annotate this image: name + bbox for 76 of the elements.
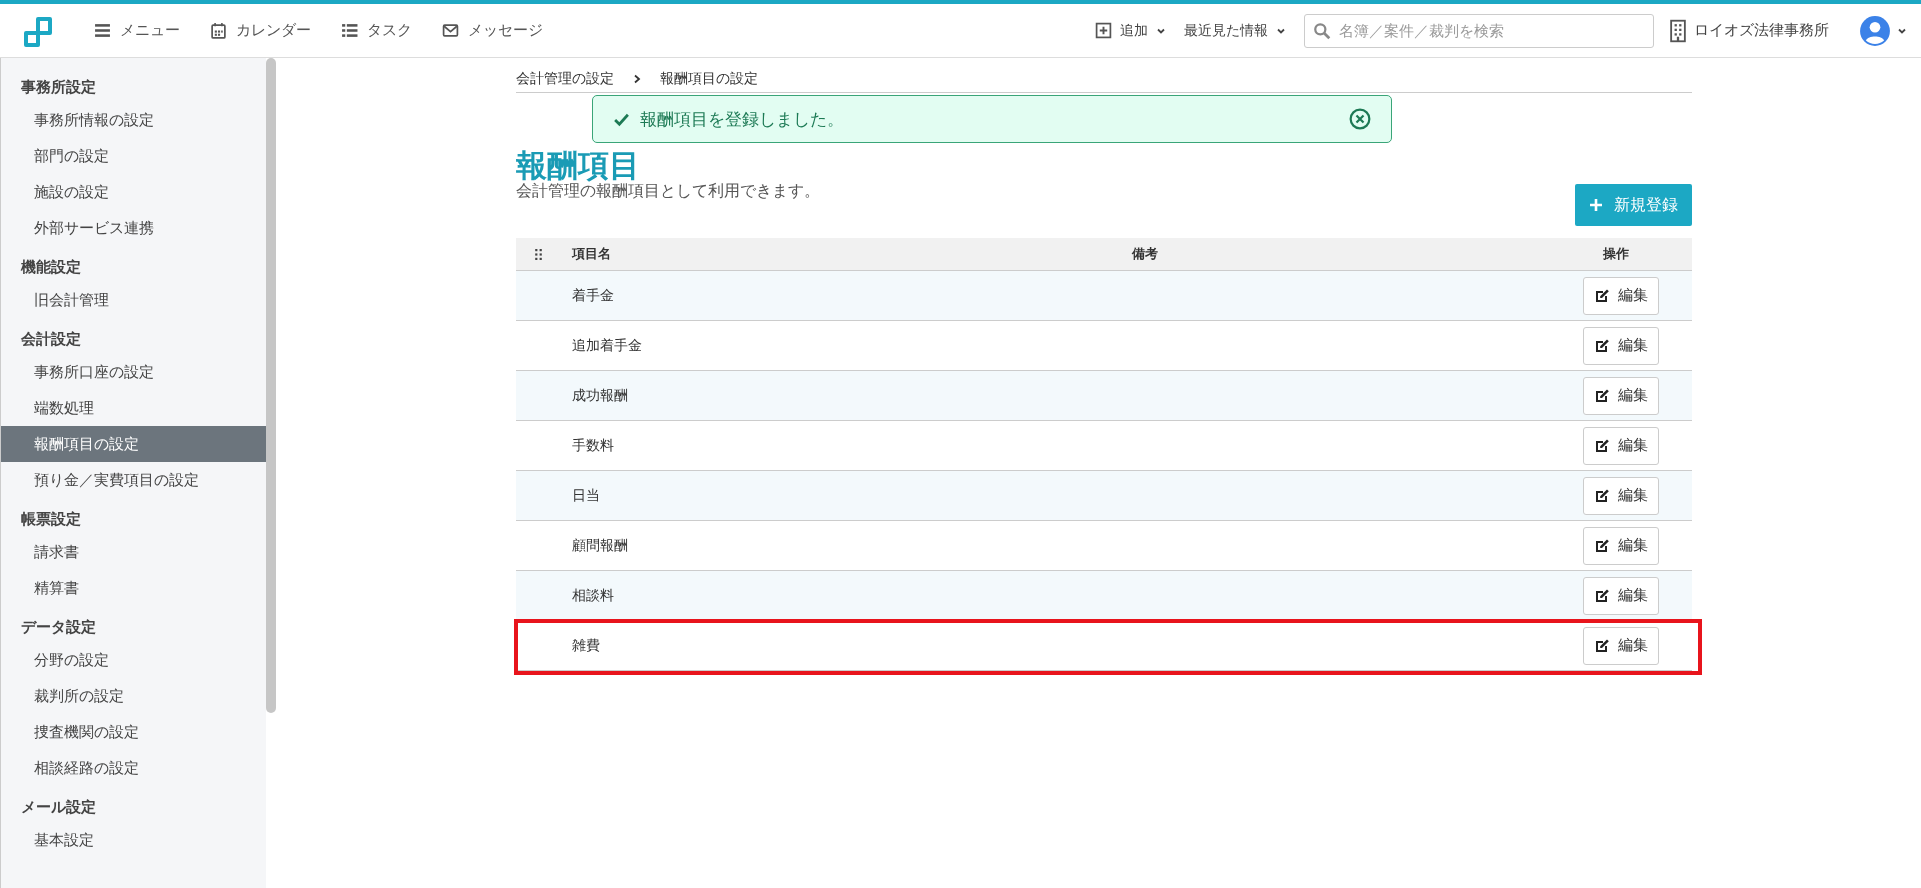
toast-message: 報酬項目を登録しました。: [640, 107, 845, 131]
column-header: 項目名: [572, 245, 612, 263]
breadcrumb-link[interactable]: 会計管理の設定: [516, 70, 614, 88]
building-icon: [1670, 18, 1686, 43]
user-menu-button[interactable]: [1859, 14, 1907, 47]
sidebar-item[interactable]: 端数処理: [1, 390, 266, 426]
sidebar-heading: 帳票設定: [20, 509, 82, 530]
table-cell-text: 顧問報酬: [572, 536, 629, 555]
office-name: ロイオズ法律事務所: [1694, 21, 1829, 40]
breadcrumb-current: 報酬項目の設定: [660, 70, 758, 88]
sidebar-item[interactable]: 精算書: [1, 570, 266, 606]
sidebar-item[interactable]: 請求書: [1, 534, 266, 570]
avatar-icon: [1859, 14, 1891, 47]
table-cell-text: 相談料: [572, 586, 615, 605]
chevron-icon: [632, 74, 642, 84]
sidebar-heading: 事務所設定: [20, 77, 97, 98]
edit-icon: [1594, 637, 1610, 654]
table-cell-text: 手数料: [572, 436, 615, 455]
drag-handle-icon: [535, 248, 542, 260]
sidebar-item[interactable]: 外部サービス連携: [1, 210, 266, 246]
table-cell-text: 着手金: [572, 286, 615, 305]
edit-icon: [1594, 387, 1610, 404]
table-cell-text: 日当: [572, 486, 601, 505]
sidebar-heading: データ設定: [20, 617, 97, 638]
envelope-icon: [442, 22, 459, 39]
list-icon: [341, 22, 358, 39]
page-description: 会計管理の報酬項目として利用できます。: [516, 181, 820, 202]
sidebar-heading: 会計設定: [20, 329, 82, 350]
search-field[interactable]: 名簿／案件／裁判を検索: [1304, 13, 1654, 48]
sidebar-heading: 機能設定: [19, 257, 82, 278]
sidebar-item[interactable]: 事務所情報の設定: [1, 102, 266, 138]
edit-icon: [1594, 437, 1610, 454]
column-header: 備考: [1132, 245, 1159, 263]
calendar-icon: [210, 22, 227, 39]
edit-button[interactable]: 編集: [1583, 276, 1659, 315]
sidebar-item[interactable]: 相談経路の設定: [1, 750, 266, 786]
scrollbar-thumb[interactable]: [266, 58, 276, 713]
edit-button[interactable]: 編集: [1583, 526, 1659, 565]
edit-icon: [1594, 287, 1610, 304]
sidebar-item[interactable]: 分野の設定: [1, 642, 266, 678]
edit-button[interactable]: 編集: [1583, 476, 1659, 515]
plus-square-icon: [1095, 22, 1112, 39]
nav-link[interactable]: カレンダー: [210, 21, 311, 40]
table-cell-text: 追加着手金: [572, 336, 643, 355]
plus-icon: [1589, 198, 1603, 212]
sidebar-item[interactable]: 捜査機関の設定: [1, 714, 266, 750]
edit-button[interactable]: 編集: [1583, 326, 1659, 365]
sidebar-item[interactable]: 旧会計管理: [1, 282, 266, 318]
nav-link[interactable]: メッセージ: [442, 21, 543, 40]
page-title: 報酬項目: [516, 146, 641, 183]
edit-button[interactable]: 編集: [1583, 426, 1659, 465]
sidebar-item[interactable]: 預り金／実費項目の設定: [1, 462, 266, 498]
menu-icon: [94, 22, 111, 39]
sidebar-item[interactable]: 裁判所の設定: [1, 678, 266, 714]
sidebar-item[interactable]: 部門の設定: [1, 138, 266, 174]
sidebar-item[interactable]: 施設の設定: [1, 174, 266, 210]
sidebar-item[interactable]: 事務所口座の設定: [1, 354, 266, 390]
recent-dropdown[interactable]: 最近見た情報: [1184, 21, 1286, 40]
table-cell-text: 雑費: [572, 636, 601, 655]
column-header: 操作: [1603, 245, 1630, 263]
edit-icon: [1594, 537, 1610, 554]
sidebar-heading: メール設定: [20, 797, 97, 818]
sidebar-item[interactable]: 基本設定: [1, 822, 266, 858]
edit-button[interactable]: 編集: [1583, 626, 1659, 665]
sidebar-item[interactable]: 報酬項目の設定: [1, 426, 266, 462]
edit-icon: [1594, 487, 1610, 504]
edit-button[interactable]: 編集: [1583, 576, 1659, 615]
search-icon: [1313, 21, 1331, 40]
nav-link[interactable]: メニュー: [94, 21, 180, 40]
close-icon[interactable]: [1349, 108, 1371, 130]
edit-icon: [1594, 587, 1610, 604]
edit-icon: [1594, 337, 1610, 354]
nav-link[interactable]: タスク: [341, 21, 412, 40]
table-cell-text: 成功報酬: [572, 386, 629, 405]
edit-button[interactable]: 編集: [1583, 376, 1659, 415]
add-button[interactable]: 追加: [1095, 21, 1166, 40]
